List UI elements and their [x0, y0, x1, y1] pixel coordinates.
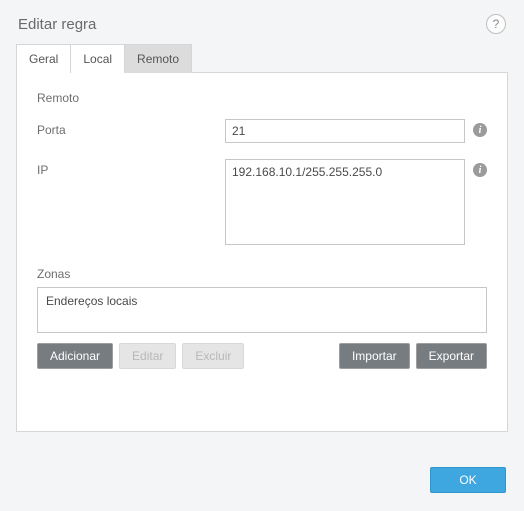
tab-remoto[interactable]: Remoto [124, 44, 192, 73]
dialog-header: Editar regra ? [0, 0, 524, 44]
help-icon[interactable]: ? [486, 14, 506, 34]
edit-button: Editar [119, 343, 176, 369]
port-input[interactable] [225, 119, 465, 143]
edit-rule-dialog: Editar regra ? Geral Local Remoto Remoto… [0, 0, 524, 511]
port-label: Porta [37, 119, 225, 137]
export-button[interactable]: Exportar [416, 343, 487, 369]
row-port: Porta i [37, 119, 487, 143]
row-ip: IP i [37, 159, 487, 245]
info-glyph: i [479, 165, 482, 176]
tab-local[interactable]: Local [70, 44, 125, 73]
ip-textarea[interactable] [225, 159, 465, 245]
tab-panel-remoto: Remoto Porta i IP i Z [16, 72, 508, 432]
zones-listbox[interactable]: Endereços locais [37, 287, 487, 333]
add-button[interactable]: Adicionar [37, 343, 113, 369]
zone-buttons-row: Adicionar Editar Excluir Importar Export… [37, 343, 487, 369]
help-glyph: ? [493, 17, 500, 31]
ip-control: i [225, 159, 487, 245]
section-heading: Remoto [37, 91, 487, 105]
info-glyph: i [479, 125, 482, 136]
port-control: i [225, 119, 487, 143]
dialog-title: Editar regra [18, 16, 96, 33]
dialog-footer: OK [0, 453, 524, 511]
spacer [250, 343, 333, 369]
delete-button: Excluir [182, 343, 244, 369]
info-icon[interactable]: i [473, 163, 487, 177]
dialog-body: Geral Local Remoto Remoto Porta i IP [0, 44, 524, 453]
import-button[interactable]: Importar [339, 343, 410, 369]
ok-button[interactable]: OK [430, 467, 506, 493]
tab-bar: Geral Local Remoto [16, 44, 508, 73]
ip-label: IP [37, 159, 225, 177]
zones-label: Zonas [37, 267, 487, 281]
info-icon[interactable]: i [473, 123, 487, 137]
tab-geral[interactable]: Geral [16, 44, 71, 73]
list-item[interactable]: Endereços locais [46, 294, 478, 308]
